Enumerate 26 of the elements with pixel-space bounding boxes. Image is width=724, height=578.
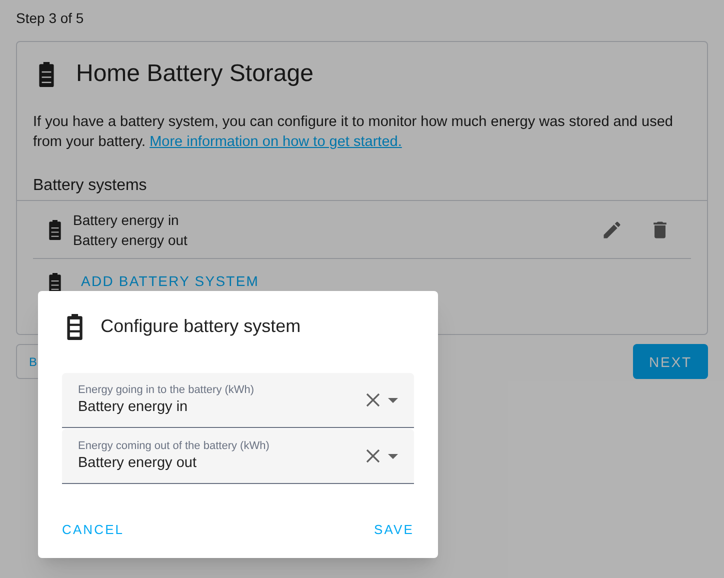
select-field[interactable]: Energy coming out of the battery (kWh) Battery energy out [62, 429, 414, 484]
section-title: Battery systems [17, 176, 707, 201]
add-battery-button[interactable]: ADD BATTERY SYSTEM [81, 273, 260, 289]
field-label: Energy coming out of the battery (kWh) [78, 439, 270, 453]
next-button[interactable]: NEXT [633, 344, 708, 379]
field-value: Battery energy in [78, 398, 189, 417]
clear-icon[interactable] [366, 393, 380, 407]
battery-icon [39, 62, 54, 86]
clear-icon[interactable] [366, 449, 380, 463]
energy-in-text: Battery energy in [73, 210, 180, 230]
save-button[interactable]: SAVE [374, 520, 414, 540]
dropdown-caret-icon[interactable] [388, 454, 398, 458]
edit-icon[interactable] [601, 218, 623, 240]
card-title: Home Battery Storage [76, 59, 314, 89]
energy-out-text: Battery energy out [73, 230, 188, 250]
battery-icon [49, 220, 61, 240]
step-indicator: Step 3 of 5 [16, 9, 85, 28]
dropdown-caret-icon[interactable] [388, 398, 398, 402]
field-value: Battery energy out [78, 454, 198, 473]
info-link[interactable]: More information on how to get started. [150, 134, 402, 150]
description-text: If you have a battery system, you can configure it to monitor how much energy was stored and used from your battery. More information on how to get started. [32, 113, 674, 152]
dialog-title: Configure battery system [100, 315, 301, 338]
battery-icon [67, 314, 83, 340]
cancel-button[interactable]: CANCEL [62, 520, 124, 540]
select-field[interactable]: Energy going in to the battery (kWh) Battery energy in [62, 373, 414, 428]
field-label: Energy going in to the battery (kWh) [78, 383, 254, 397]
